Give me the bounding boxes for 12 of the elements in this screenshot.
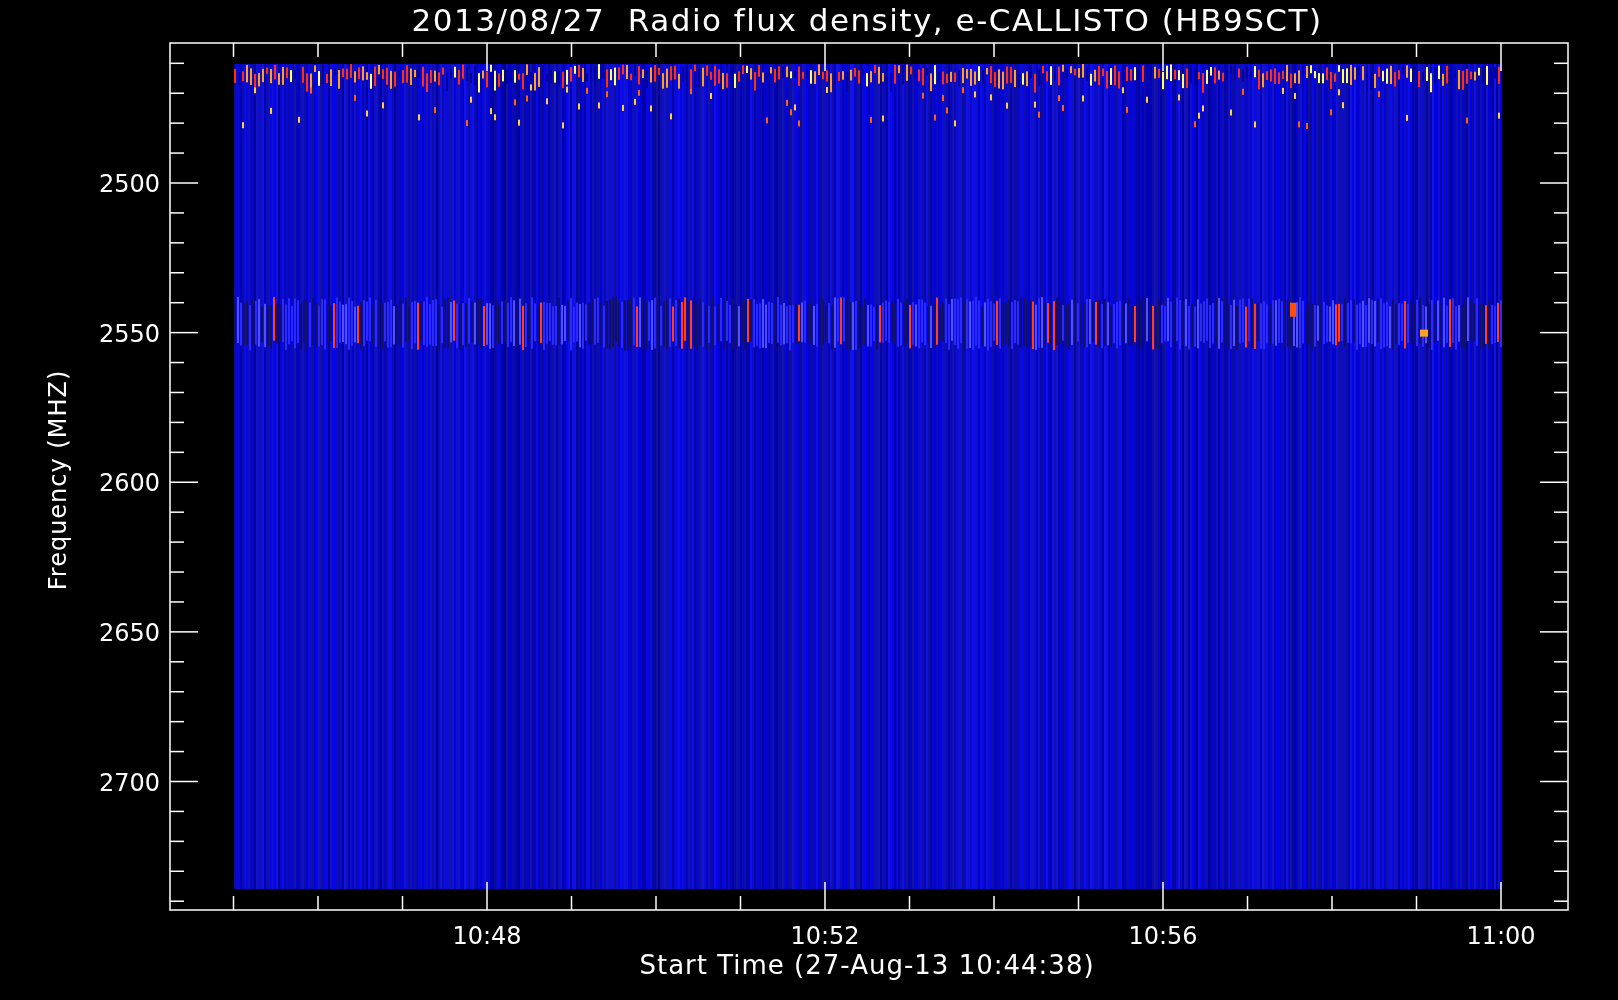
x-tick-label: 10:48 <box>452 922 522 950</box>
x-tick-label: 10:56 <box>1128 922 1198 950</box>
y-axis-label: Frequency (MHZ) <box>44 369 72 591</box>
x-tick-label: 11:00 <box>1466 922 1536 950</box>
y-tick-label: 2500 <box>98 170 160 198</box>
chart-title: 2013/08/27 Radio flux density, e-CALLISTO (HB9SCT) <box>411 2 1323 38</box>
y-tick-label: 2600 <box>98 469 160 498</box>
y-tick-label: 2700 <box>98 768 160 797</box>
x-axis-label: Start Time (27-Aug-13 10:44:38) <box>639 950 1095 980</box>
x-tick-label: 10:52 <box>790 922 860 950</box>
y-tick-label: 2650 <box>98 618 160 647</box>
y-tick-label: 2550 <box>98 319 160 348</box>
